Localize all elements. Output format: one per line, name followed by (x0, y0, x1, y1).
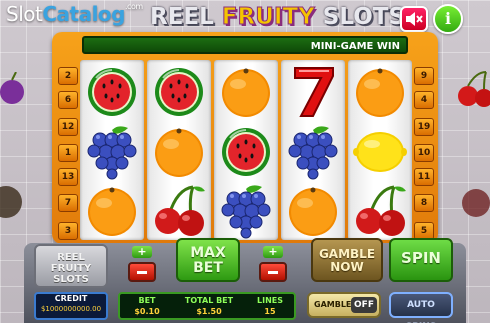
game-logo-badge: REEL FRUITY SLOTS (34, 244, 108, 288)
right-payline-badge[interactable]: 9 (414, 67, 434, 85)
bet-display: BET $0.10 TOTAL BET $1.50 LINES 15 (118, 292, 296, 320)
credit-display: CREDIT $1000000000.00 (34, 292, 108, 320)
total-bet-field: TOTAL BET $1.50 (184, 296, 234, 316)
seven-icon (283, 62, 343, 120)
info-icon: i (444, 9, 452, 28)
spin-button[interactable]: SPIN (389, 238, 453, 282)
credit-label: CREDIT (54, 294, 88, 303)
auto-spins-button[interactable]: AUTO SPINS (389, 292, 453, 323)
orange-icon (0, 186, 22, 218)
cherries-icon (350, 181, 410, 239)
left-payline-badge[interactable]: 6 (58, 91, 78, 109)
reel-1 (80, 60, 144, 240)
left-payline-badge[interactable]: 2 (58, 67, 78, 85)
grapes-icon (82, 122, 142, 180)
sound-button[interactable] (400, 6, 428, 32)
game-title: REEL FRUITY SLOTS (150, 4, 406, 31)
left-payline-badge[interactable]: 1 (58, 144, 78, 162)
watermelon-icon (149, 62, 209, 120)
watermelon-icon (216, 122, 276, 180)
right-payline-badge[interactable]: 10 (414, 144, 434, 162)
right-payline-badge[interactable]: 8 (414, 194, 434, 212)
plum-icon (0, 72, 24, 104)
grapes-icon (283, 122, 343, 180)
reel-5 (348, 60, 412, 240)
cherries-icon (149, 181, 209, 239)
reel-4 (281, 60, 345, 240)
gamble-toggle-label: GAMBLE (314, 300, 352, 309)
right-payline-badge[interactable]: 11 (414, 168, 434, 186)
orange-icon (216, 62, 276, 120)
orange-icon (283, 181, 343, 239)
reel-3 (214, 60, 278, 240)
left-payline-badge[interactable]: 13 (58, 168, 78, 186)
orange-icon (82, 181, 142, 239)
lemon-icon (350, 122, 410, 180)
slotcatalog-watermark: SlotCatalog.com (6, 2, 143, 26)
orange-icon (350, 62, 410, 120)
reel-2 (147, 60, 211, 240)
info-button[interactable]: i (433, 4, 463, 34)
slot-game-screen: SlotCatalog.com REEL FRUITY SLOTS i MINI… (0, 0, 490, 323)
right-payline-badge[interactable]: 19 (414, 118, 434, 136)
gamble-now-button[interactable]: GAMBLE NOW (311, 238, 383, 282)
gamble-toggle[interactable]: GAMBLE OFF (307, 292, 381, 318)
watermelon-icon (82, 62, 142, 120)
sound-muted-icon (406, 12, 423, 26)
cherries-icon (458, 71, 490, 107)
left-payline-badge[interactable]: 12 (58, 118, 78, 136)
max-bet-button[interactable]: MAX BET (176, 238, 240, 282)
bet-increase-button[interactable]: + (132, 246, 152, 258)
lines-increase-button[interactable]: + (263, 246, 283, 258)
left-payline-badge[interactable]: 7 (58, 194, 78, 212)
orange-icon (149, 122, 209, 180)
bet-field: BET $0.10 (134, 296, 160, 316)
right-payline-badge[interactable]: 4 (414, 91, 434, 109)
lines-field: LINES 15 (257, 296, 283, 316)
cherries-icon (462, 189, 490, 217)
bet-decrease-button[interactable] (128, 262, 156, 282)
credit-value: $1000000000.00 (40, 305, 102, 313)
left-payline-badge[interactable]: 3 (58, 222, 78, 240)
lines-decrease-button[interactable] (259, 262, 287, 282)
message-bar: MINI-GAME WIN (82, 36, 408, 54)
gamble-toggle-state: OFF (351, 297, 377, 313)
grapes-icon (216, 181, 276, 239)
